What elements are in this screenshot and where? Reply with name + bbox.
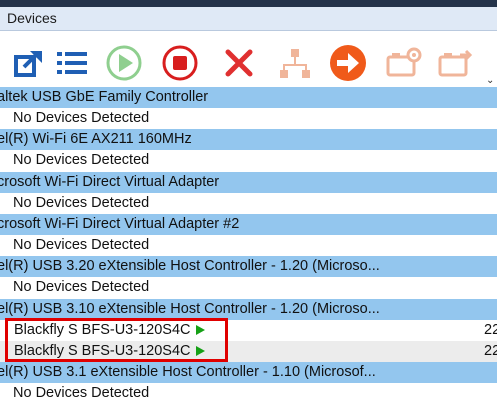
camera-export-icon[interactable] bbox=[436, 43, 476, 83]
adapter-header-row[interactable]: el(R) USB 3.20 eXtensible Host Controlle… bbox=[0, 256, 497, 278]
row-label: No Devices Detected bbox=[13, 152, 150, 169]
toolbar-overflow-icon[interactable]: ⌄ bbox=[486, 75, 494, 86]
row-label: No Devices Detected bbox=[13, 385, 150, 402]
list-icon[interactable] bbox=[52, 43, 92, 83]
adapter-header-row[interactable]: crosoft Wi-Fi Direct Virtual Adapter bbox=[0, 171, 497, 193]
row-label: altek USB GbE Family Controller bbox=[0, 89, 209, 105]
window-title: Devices bbox=[7, 10, 57, 26]
stop-icon[interactable] bbox=[160, 43, 200, 83]
title-bar: Devices bbox=[0, 7, 497, 31]
adapter-header-row[interactable]: el(R) USB 3.10 eXtensible Host Controlle… bbox=[0, 298, 497, 320]
row-label: el(R) Wi-Fi 6E AX211 160MHz bbox=[0, 131, 192, 148]
no-devices-row[interactable]: No Devices Detected bbox=[0, 192, 497, 214]
no-devices-row[interactable]: No Devices Detected bbox=[0, 150, 497, 172]
row-label: No Devices Detected bbox=[13, 194, 150, 211]
adapter-header-row[interactable]: altek USB GbE Family Controller bbox=[0, 87, 497, 108]
row-label: el(R) USB 3.1 eXtensible Host Controller… bbox=[0, 363, 376, 380]
camera-settings-icon[interactable] bbox=[384, 43, 424, 83]
row-label: el(R) USB 3.10 eXtensible Host Controlle… bbox=[0, 300, 380, 317]
row-label: No Devices Detected bbox=[13, 279, 150, 296]
adapter-header-row[interactable]: el(R) Wi-Fi 6E AX211 160MHz bbox=[0, 129, 497, 151]
connect-icon[interactable] bbox=[8, 43, 48, 83]
row-label: No Devices Detected bbox=[13, 237, 150, 254]
adapter-header-row[interactable]: crosoft Wi-Fi Direct Virtual Adapter #2 bbox=[0, 213, 497, 235]
row-label: el(R) USB 3.20 eXtensible Host Controlle… bbox=[0, 258, 380, 275]
play-icon[interactable] bbox=[104, 43, 144, 83]
arrow-right-icon[interactable] bbox=[328, 43, 368, 83]
highlight-box bbox=[5, 318, 228, 362]
adapter-header-row[interactable]: el(R) USB 3.1 eXtensible Host Controller… bbox=[0, 361, 497, 383]
row-label: crosoft Wi-Fi Direct Virtual Adapter bbox=[0, 173, 220, 190]
no-devices-row[interactable]: No Devices Detected bbox=[0, 383, 497, 405]
no-devices-row[interactable]: No Devices Detected bbox=[0, 235, 497, 257]
row-extra-value: 22 bbox=[484, 321, 497, 338]
network-icon[interactable] bbox=[275, 43, 315, 83]
row-label: crosoft Wi-Fi Direct Virtual Adapter #2 bbox=[0, 215, 240, 232]
row-extra-value: 22 bbox=[484, 342, 497, 359]
no-devices-row[interactable]: No Devices Detected bbox=[0, 277, 497, 299]
remove-icon[interactable] bbox=[219, 43, 259, 83]
toolbar: ⌄ bbox=[0, 31, 497, 88]
no-devices-row[interactable]: No Devices Detected bbox=[0, 108, 497, 130]
window-top-edge bbox=[0, 0, 497, 7]
row-label: No Devices Detected bbox=[13, 110, 150, 127]
